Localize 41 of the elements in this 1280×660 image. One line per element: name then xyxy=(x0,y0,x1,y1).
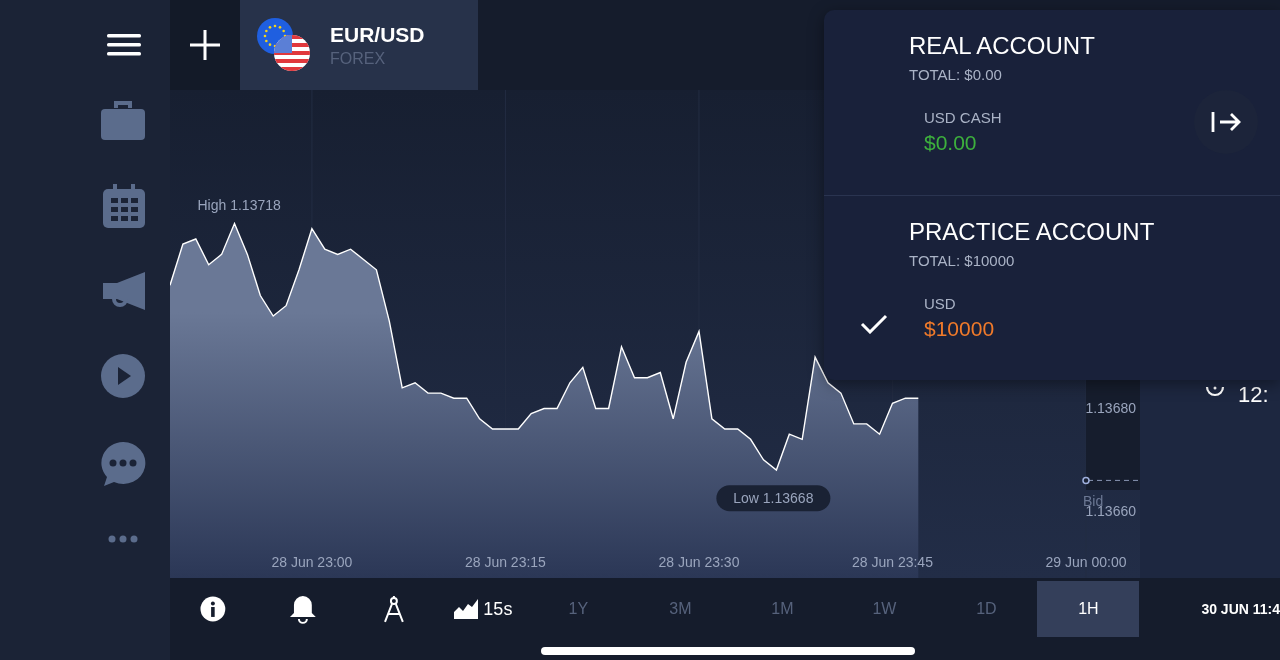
clock-time: 12: xyxy=(1238,382,1269,407)
time-label: 28 Jun 23:30 xyxy=(658,554,740,570)
time-label: 29 Jun 00:00 xyxy=(1045,554,1127,570)
clock-icon xyxy=(1205,386,1225,396)
account-option[interactable]: USD CASH $0.00 xyxy=(824,109,1280,155)
check-icon xyxy=(860,313,888,334)
balance-amount: $0.00 xyxy=(924,131,978,155)
add-button[interactable] xyxy=(170,0,240,90)
time-label: 28 Jun 23:15 xyxy=(464,554,546,570)
briefcase-icon[interactable] xyxy=(100,99,146,141)
account-total: TOTAL: $0.00 xyxy=(909,66,1003,83)
megaphone-icon[interactable] xyxy=(102,271,146,311)
play-icon[interactable] xyxy=(100,353,146,399)
bell-icon[interactable] xyxy=(288,594,317,624)
calendar-icon[interactable] xyxy=(102,183,146,229)
balance-amount: $10000 xyxy=(924,316,996,341)
currency-label: USD xyxy=(924,294,957,312)
high-label: High 1.13718 xyxy=(197,196,281,213)
arrow-icon xyxy=(1210,110,1242,134)
info-icon[interactable] xyxy=(200,596,226,622)
more-icon[interactable] xyxy=(108,535,138,543)
flags-icon xyxy=(256,17,312,73)
timeframe-tab[interactable]: 1H xyxy=(1037,581,1140,637)
plus-icon xyxy=(189,29,221,61)
bid-marker xyxy=(1082,476,1141,485)
asset-pair: EUR/USD xyxy=(330,22,425,47)
area-chart-icon xyxy=(454,599,479,619)
price-label: 1.13680 xyxy=(1085,400,1136,417)
account-total: TOTAL: $10000 xyxy=(909,251,1016,269)
chat-icon[interactable] xyxy=(100,441,146,487)
low-label: Low 1.13668 xyxy=(716,485,831,512)
account-title: REAL ACCOUNT xyxy=(909,32,1096,60)
account-title: PRACTICE ACCOUNT xyxy=(909,217,1156,246)
account-option[interactable]: USD $10000 xyxy=(824,294,1280,341)
menu-icon[interactable] xyxy=(107,33,141,57)
time-label: 28 Jun 23:45 xyxy=(852,554,933,570)
date-time: 30 JUN 11:4 xyxy=(1201,601,1280,617)
time-label: 28 Jun 23:00 xyxy=(271,554,353,570)
compass-icon[interactable] xyxy=(382,595,405,623)
chart-type-button[interactable]: 15s xyxy=(454,598,513,620)
currency-label: USD CASH xyxy=(924,109,1003,126)
